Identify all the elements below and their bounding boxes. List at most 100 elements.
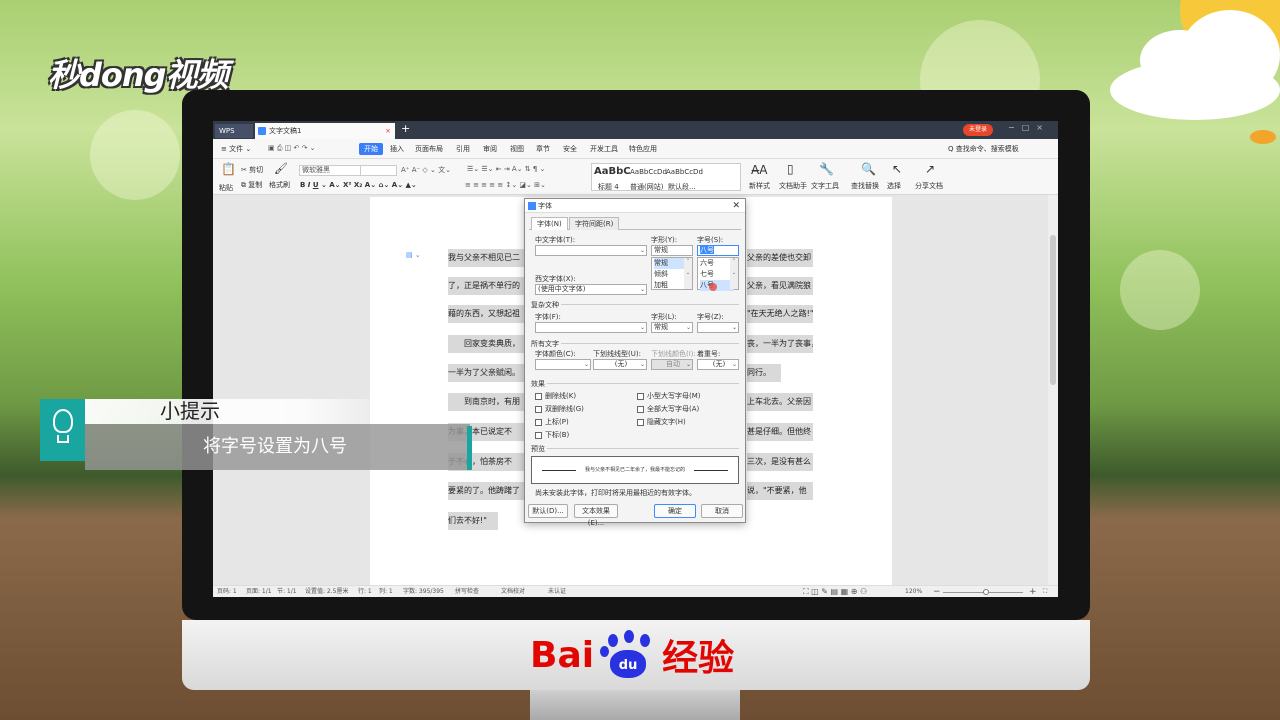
tab-font[interactable]: 字体(N) — [531, 217, 568, 230]
share-button[interactable]: 分享文档 — [915, 181, 943, 191]
text-effects-button[interactable]: 文本效果(E)... — [574, 504, 618, 527]
login-button[interactable]: 未登录 — [963, 124, 993, 136]
style-option-italic[interactable]: 倾斜 — [654, 269, 688, 280]
vertical-scrollbar[interactable] — [1048, 195, 1058, 585]
tab-char-spacing[interactable]: 字符间距(R) — [569, 217, 620, 230]
paste-icon[interactable]: 📋 — [221, 162, 236, 176]
cn-font-select[interactable]: ⌄ — [535, 245, 647, 256]
complex-font-select[interactable]: ⌄ — [535, 322, 647, 333]
zoom-fit-icon[interactable]: ⛶ — [1043, 586, 1047, 597]
set-default-button[interactable]: 默认(D)... — [528, 504, 568, 518]
style-web-name[interactable]: 普通(网站) — [630, 182, 663, 192]
style-heading4-preview[interactable]: AaBbC — [594, 166, 631, 177]
close-tab-icon[interactable]: × — [385, 123, 391, 139]
new-tab-icon[interactable]: + — [401, 122, 410, 135]
close-icon[interactable]: ✕ — [732, 199, 740, 213]
subscript-checkbox[interactable]: 下标(B) — [535, 430, 569, 440]
emphasis-select[interactable]: (无) ⌄ — [697, 359, 739, 370]
find-replace-button[interactable]: 查找替换 — [851, 181, 879, 191]
zoom-slider-handle[interactable] — [983, 589, 989, 595]
text-format-icons[interactable]: B I U ⌄ A⌄ X² X₂ A⌄ ⌂⌄ A⌄ ▲⌄ — [300, 181, 417, 189]
menu-chapter[interactable]: 章节 — [536, 144, 550, 154]
menu-view[interactable]: 视图 — [510, 144, 524, 154]
scrollbar-thumb[interactable] — [1050, 235, 1056, 385]
west-font-select[interactable]: (使用中文字体) ⌄ — [535, 284, 647, 295]
text-tools-icon[interactable]: 🔧 — [819, 162, 834, 176]
double-strikethrough-checkbox[interactable]: 双删除线(G) — [535, 404, 584, 414]
paste-button[interactable]: 粘贴 — [219, 183, 233, 193]
font-size-icons[interactable]: A⁺ A⁻ ◇ ⌄ 文⌄ — [401, 165, 451, 175]
tab-wps-home[interactable]: WPS — [215, 124, 253, 138]
paragraph-align-icons[interactable]: ≡ ≡ ≡ ≡ ≡ ↕⌄ ◪⌄ ⊞⌄ — [465, 181, 546, 189]
size-option-8[interactable]: 八号 — [700, 280, 734, 291]
window-controls[interactable]: −□× — [1008, 123, 1050, 132]
status-spell-check[interactable]: 拼写检查 — [455, 586, 479, 597]
menu-bar: ≡ 文件 ⌄ ▣ ⎙ ◫ ↶ ↷ ⌄ 开始 插入 页面布局 引用 审阅 视图 章… — [213, 139, 1058, 159]
complex-size-label: 字号(Z): — [697, 313, 724, 321]
status-certification[interactable]: 未认证 — [548, 586, 566, 597]
complex-size-select[interactable]: ⌄ — [697, 322, 739, 333]
menu-features[interactable]: 特色应用 — [629, 144, 657, 154]
menu-developer[interactable]: 开发工具 — [590, 144, 618, 154]
share-icon[interactable]: ↗ — [925, 162, 935, 176]
ok-button[interactable]: 确定 — [654, 504, 696, 518]
zoom-slider[interactable] — [943, 589, 1023, 595]
size-list[interactable]: 六号 七号 八号 ⌃ ⌄ — [697, 257, 739, 291]
menu-start[interactable]: 开始 — [359, 143, 383, 155]
menu-page-layout[interactable]: 页面布局 — [415, 144, 443, 154]
cursor-icon[interactable]: ↖ — [892, 162, 902, 176]
checkbox-label: 删除线(K) — [545, 392, 577, 400]
menu-security[interactable]: 安全 — [563, 144, 577, 154]
style-list[interactable]: 常规 倾斜 加粗 ⌃ ⌄ — [651, 257, 693, 290]
small-caps-checkbox[interactable]: 小型大写字母(M) — [637, 391, 701, 401]
underline-select[interactable]: (无) ⌄ — [593, 359, 647, 370]
cut-button[interactable]: ✂ 剪切 — [241, 165, 263, 175]
menu-file[interactable]: ≡ 文件 ⌄ — [221, 144, 251, 154]
copy-button[interactable]: ⧉ 复制 — [241, 180, 262, 190]
list-scrollbar[interactable]: ⌃ ⌄ — [730, 258, 738, 289]
style-default-preview[interactable]: AaBbCcDd — [666, 168, 703, 176]
tab-document[interactable]: 文字文稿1 × — [255, 123, 395, 139]
list-scrollbar[interactable]: ⌃ ⌄ — [684, 258, 692, 289]
zoom-in-icon[interactable]: + — [1029, 586, 1037, 597]
style-gallery: AaBbC 标题 4 AaBbCcDd 普通(网站) AaBbCcDd 默认段.… — [591, 163, 741, 191]
menu-review[interactable]: 审阅 — [483, 144, 497, 154]
new-style-icon[interactable]: A̶A — [751, 163, 767, 177]
style-heading4-name[interactable]: 标题 4 — [598, 182, 619, 192]
list-indent-icons[interactable]: ☰⌄ ☰⌄ ⇤ ⇥ A⌄ ⇅ ¶ ⌄ — [467, 165, 545, 173]
quick-access-icons[interactable]: ▣ ⎙ ◫ ↶ ↷ ⌄ — [268, 144, 316, 153]
view-mode-icons[interactable]: ⛶ ◫ ✎ ▤ ▦ ⊕ ⚇ — [803, 586, 867, 597]
zoom-level[interactable]: 120% — [905, 586, 922, 597]
status-proofread[interactable]: 文档校对 — [501, 586, 525, 597]
find-icon[interactable]: 🔍 — [861, 162, 876, 176]
font-size-select[interactable] — [360, 165, 397, 176]
size-option-7[interactable]: 七号 — [700, 269, 734, 280]
superscript-checkbox[interactable]: 上标(P) — [535, 417, 569, 427]
strikethrough-checkbox[interactable]: 删除线(K) — [535, 391, 576, 401]
size-input[interactable]: 八号 — [697, 245, 739, 256]
select-button[interactable]: 选择 — [887, 181, 901, 191]
menu-insert[interactable]: 插入 — [390, 144, 404, 154]
zoom-out-icon[interactable]: − — [933, 586, 941, 597]
style-web-preview[interactable]: AaBbCcDd — [630, 168, 667, 176]
preview-section-label: 预览 — [531, 445, 545, 453]
font-color-select[interactable]: ⌄ — [535, 359, 591, 370]
command-search[interactable]: Q 查找命令、搜索模板 — [948, 144, 1019, 154]
format-painter-button[interactable]: 格式刷 — [269, 180, 290, 190]
cancel-button[interactable]: 取消 — [701, 504, 743, 518]
new-style-button[interactable]: 新样式 — [749, 181, 770, 191]
doc-assistant-icon[interactable]: ▯ — [787, 162, 794, 176]
style-option-regular[interactable]: 常规 — [654, 258, 688, 269]
style-default-name[interactable]: 默认段... — [668, 182, 696, 192]
doc-assistant-button[interactable]: 文档助手 — [779, 181, 807, 191]
text-tools-button[interactable]: 文字工具 — [811, 181, 839, 191]
all-caps-checkbox[interactable]: 全部大写字母(A) — [637, 404, 699, 414]
size-option-6[interactable]: 六号 — [700, 258, 734, 269]
status-word-count[interactable]: 字数: 395/395 — [403, 586, 444, 597]
hidden-text-checkbox[interactable]: 隐藏文字(H) — [637, 417, 686, 427]
font-dialog-titlebar[interactable]: 字体 ✕ — [525, 199, 745, 213]
style-input[interactable]: 常规 — [651, 245, 693, 256]
complex-style-select[interactable]: 常规 ⌄ — [651, 322, 693, 333]
menu-reference[interactable]: 引用 — [456, 144, 470, 154]
style-option-bold[interactable]: 加粗 — [654, 280, 688, 291]
